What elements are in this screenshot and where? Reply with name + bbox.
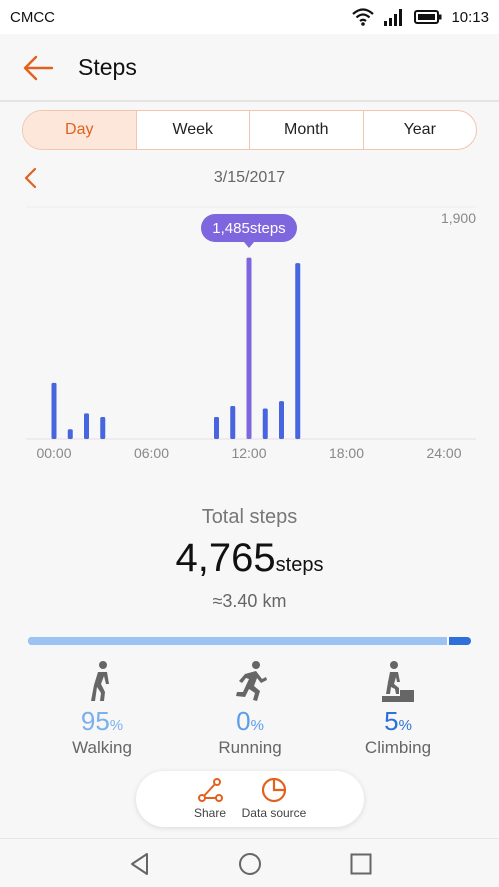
activity-running: 0% Running xyxy=(185,660,315,758)
climbing-percent-symbol: % xyxy=(398,717,412,734)
x-tick-label: 06:00 xyxy=(134,445,169,461)
share-label: Share xyxy=(193,806,227,820)
chart-bar[interactable] xyxy=(262,408,268,439)
tab-month[interactable]: Month xyxy=(249,111,363,149)
running-person-icon xyxy=(236,661,267,701)
wifi-icon xyxy=(352,8,375,26)
tooltip-pointer xyxy=(244,242,254,248)
header-divider xyxy=(0,100,499,102)
back-triangle-icon xyxy=(131,853,148,875)
activity-climbing: 5% Climbing xyxy=(333,660,463,758)
running-label: Running xyxy=(218,738,282,757)
tab-day[interactable]: Day xyxy=(23,111,136,149)
walking-progress-fill xyxy=(28,637,449,645)
walking-label: Walking xyxy=(72,738,132,757)
status-bar: CMCC 10:13 xyxy=(0,0,499,34)
x-tick-label: 00:00 xyxy=(36,445,71,461)
tooltip-text: 1,485steps xyxy=(212,220,285,237)
activity-progress-bar xyxy=(28,637,471,645)
share-icon xyxy=(198,778,223,802)
pie-chart-icon xyxy=(261,777,287,803)
total-steps-value: 4,765steps xyxy=(0,536,499,581)
nav-home-button[interactable] xyxy=(237,851,263,877)
activity-walking: 95% Walking xyxy=(37,660,167,758)
distance-value: ≈3.40 km xyxy=(212,591,287,611)
system-nav-bar xyxy=(0,838,499,887)
walking-percent-symbol: % xyxy=(109,717,124,734)
running-percent-value: 0 xyxy=(236,706,251,736)
share-button[interactable]: Share xyxy=(184,775,236,820)
walking-percent: 95% xyxy=(37,706,167,736)
tab-year[interactable]: Year xyxy=(362,111,477,149)
climbing-percent-value: 5 xyxy=(384,706,399,736)
chart-bar[interactable] xyxy=(295,263,301,439)
nav-recents-button[interactable] xyxy=(348,851,374,877)
home-circle-icon xyxy=(239,853,261,875)
carrier-name: CMCC xyxy=(10,9,55,26)
recents-square-icon xyxy=(350,853,372,875)
climbing-label: Climbing xyxy=(364,738,432,757)
chart-bar[interactable] xyxy=(279,401,284,439)
data-source-label: Data source xyxy=(241,806,307,820)
climbing-stairs-icon xyxy=(382,661,414,702)
arrow-left-icon xyxy=(23,55,54,81)
running-percent-symbol: % xyxy=(250,717,264,734)
back-button[interactable] xyxy=(20,51,56,85)
chart-bar[interactable] xyxy=(100,417,106,439)
x-tick-label: 12:00 xyxy=(231,445,266,461)
action-bar: Share Data source xyxy=(136,771,364,827)
status-icons: 10:13 xyxy=(352,7,489,27)
x-tick-label: 24:00 xyxy=(426,445,461,461)
hourly-steps-chart: 1,485steps 1,900 00:00 06:00 12:00 18:00 24:… xyxy=(26,206,476,461)
total-steps-label: Total steps xyxy=(201,506,298,528)
walking-percent-value: 95 xyxy=(80,706,110,736)
total-steps-number: 4,765 xyxy=(175,536,276,580)
chart-bar[interactable] xyxy=(84,413,89,439)
clock: 10:13 xyxy=(451,8,489,26)
current-date: 3/15/2017 xyxy=(213,169,286,186)
running-percent: 0% xyxy=(185,706,315,736)
chart-bar[interactable] xyxy=(230,406,236,439)
period-tabs: Day Week Month Year xyxy=(22,110,477,150)
total-steps-unit: steps xyxy=(275,554,324,576)
walking-person-icon xyxy=(91,661,109,701)
app-bar: Steps xyxy=(0,34,499,100)
chart-bar[interactable] xyxy=(51,382,57,439)
page-title: Steps xyxy=(78,54,137,80)
signal-icon xyxy=(384,9,403,26)
chart-bar[interactable] xyxy=(67,429,73,439)
chart-bar[interactable] xyxy=(214,417,219,439)
x-tick-label: 18:00 xyxy=(329,445,364,461)
chart-bar[interactable] xyxy=(246,257,252,439)
tab-week[interactable]: Week xyxy=(135,111,250,149)
y-max-label: 1,900 xyxy=(441,210,476,226)
chart-tooltip: 1,485steps xyxy=(201,214,297,248)
battery-icon xyxy=(414,10,442,24)
data-source-button[interactable]: Data source xyxy=(234,775,314,820)
nav-back-button[interactable] xyxy=(127,851,153,877)
climbing-percent: 5% xyxy=(333,706,463,736)
